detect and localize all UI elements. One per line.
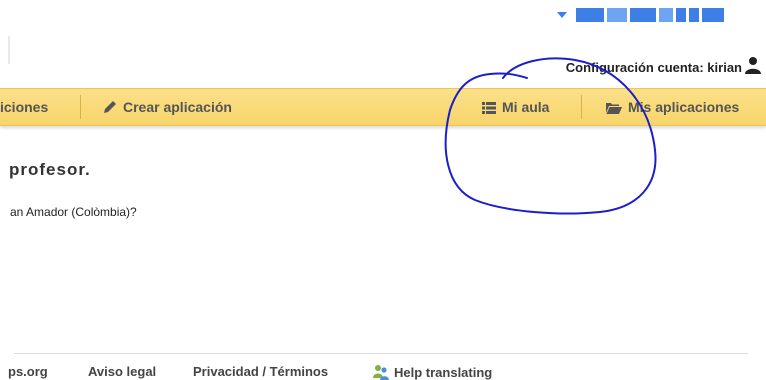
- footer-help-translating-link[interactable]: Help translating: [372, 364, 492, 380]
- main-navbar: iciones Crear aplicación Mi aula Mis apl…: [0, 88, 766, 126]
- toolbar-block: [689, 8, 699, 22]
- translate-people-icon: [373, 365, 389, 380]
- question-text: an Amador (Colòmbia)?: [10, 205, 137, 219]
- folder-open-icon: [606, 103, 622, 114]
- nav-divider: [80, 95, 81, 119]
- toolbar-block: [702, 8, 724, 22]
- list-icon: [482, 102, 496, 114]
- page-edge: [8, 36, 10, 64]
- footer-site-link[interactable]: ps.org: [8, 364, 48, 379]
- footer-privacy-link[interactable]: Privacidad / Términos: [193, 364, 328, 379]
- toolbar-block: [607, 8, 627, 22]
- nav-create-label: Crear aplicación: [123, 99, 232, 115]
- nav-classroom-label: Mi aula: [502, 99, 550, 115]
- top-strip: [557, 8, 724, 22]
- page-heading: profesor.: [9, 160, 91, 179]
- toolbar-block: [630, 8, 656, 22]
- user-icon[interactable]: [744, 56, 762, 79]
- footer-divider: [14, 353, 748, 354]
- hand-drawn-circle-annotation: [444, 57, 657, 215]
- toolbar-block: [576, 8, 604, 22]
- nav-applications-label: iciones: [0, 99, 49, 115]
- nav-divider: [581, 95, 582, 119]
- toolbar-block: [659, 8, 673, 22]
- dropdown-triangle-icon[interactable]: [557, 12, 567, 18]
- toolbar-block: [676, 8, 686, 22]
- footer-help-translating-label: Help translating: [394, 365, 493, 380]
- footer-legal-link[interactable]: Aviso legal: [88, 364, 156, 379]
- nav-applications[interactable]: iciones: [0, 89, 48, 125]
- nav-my-apps[interactable]: Mis aplicaciones: [606, 89, 739, 125]
- nav-my-apps-label: Mis aplicaciones: [628, 99, 740, 115]
- account-settings-link[interactable]: Configuración cuenta: kirian: [566, 60, 742, 75]
- pencil-icon: [104, 101, 116, 113]
- nav-my-classroom[interactable]: Mi aula: [482, 89, 549, 125]
- nav-create-app[interactable]: Crear aplicación: [103, 89, 232, 125]
